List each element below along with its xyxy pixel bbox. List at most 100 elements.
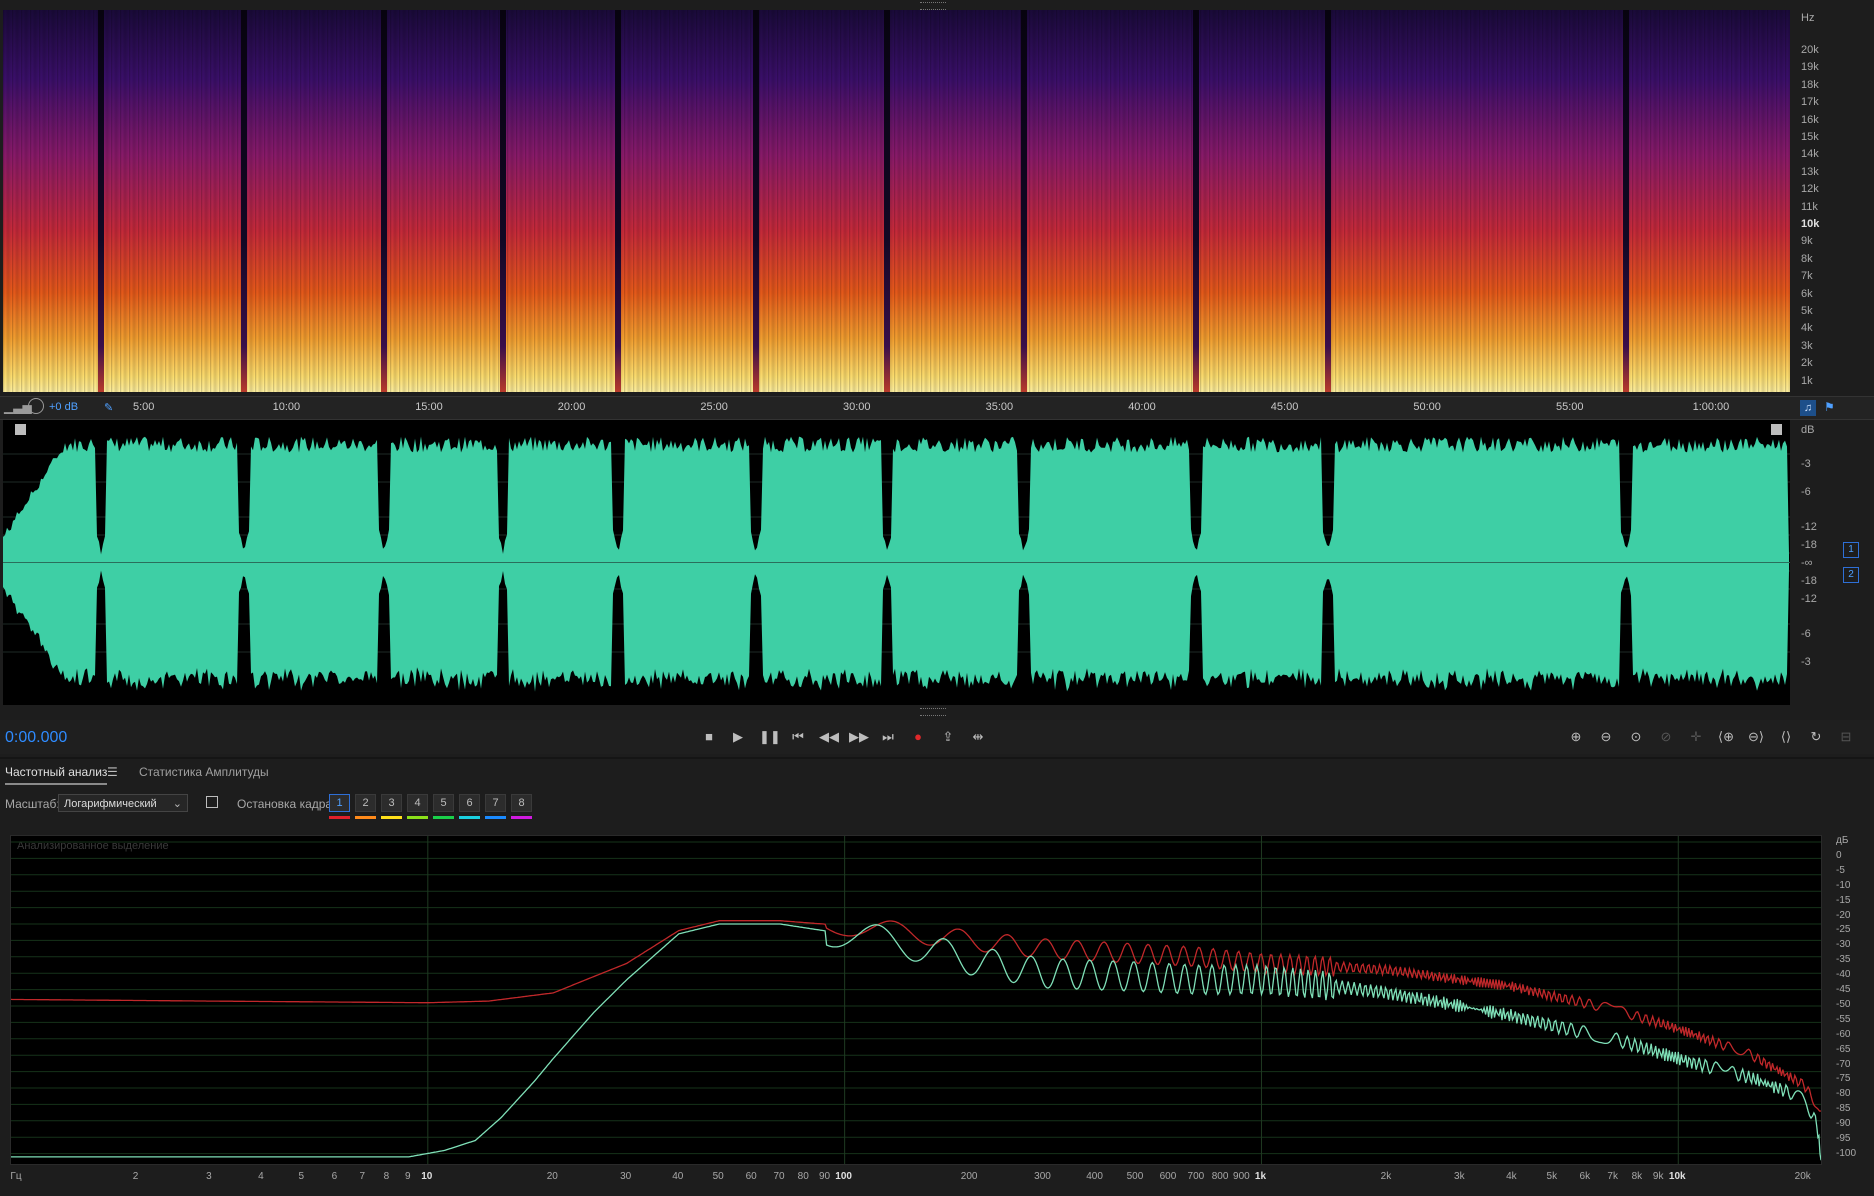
pause-button[interactable]: ❚❚ [759, 728, 781, 746]
freeze-frame-color-bar [459, 816, 480, 819]
timeline-tick: 1:00:00 [1692, 401, 1730, 413]
hz-tick: 4k [1801, 322, 1813, 335]
zoom-in-amplitude-icon[interactable]: ⊕ [1567, 728, 1585, 746]
record-button[interactable]: ● [909, 728, 927, 746]
zoom-out-time-icon[interactable]: ⊖⟩ [1747, 728, 1765, 746]
scale-label: Масштаб: [5, 797, 60, 811]
tab-amplitude-statistics[interactable]: Статистика Амплитуды [139, 765, 269, 779]
hz-tick: 6k [1801, 287, 1813, 300]
current-time-display[interactable]: 0:00.000 [5, 729, 67, 747]
zoom-in-time-icon[interactable]: ⟨⊕ [1717, 728, 1735, 746]
hz-axis-tick: 800 [1211, 1171, 1229, 1182]
hz-axis-tick: 8k [1631, 1171, 1643, 1182]
db-axis-tick: -80 [1836, 1088, 1851, 1100]
scale-dropdown[interactable]: Логарифмический ⌄ [58, 794, 188, 812]
hz-tick: 11k [1801, 200, 1818, 213]
hz-axis-tick: 900 [1233, 1171, 1250, 1182]
go-to-start-button[interactable]: ⏮ [789, 728, 807, 746]
freeze-frame-4[interactable]: 4 [407, 794, 428, 812]
db-axis-tick: -20 [1836, 909, 1851, 921]
timeline-tick: 10:00 [272, 401, 301, 413]
freeze-frame-1[interactable]: 1 [329, 794, 350, 812]
corner-toggle-right-icon[interactable] [1771, 424, 1782, 435]
freeze-frame-6[interactable]: 6 [459, 794, 480, 812]
timeline-tick: 40:00 [1128, 401, 1156, 413]
hz-tick: 8k [1801, 252, 1813, 265]
freeze-frame-5[interactable]: 5 [433, 794, 454, 812]
db-tick: -3 [1801, 458, 1811, 470]
freeze-frame-3[interactable]: 3 [381, 794, 402, 812]
zoom-selection-icon[interactable]: ↻ [1807, 728, 1825, 746]
db-axis-tick: -40 [1836, 969, 1851, 981]
zoom-disabled-icon[interactable]: ⊘ [1657, 728, 1675, 746]
hz-tick: 9k [1801, 235, 1813, 248]
freeze-frame-8[interactable]: 8 [511, 794, 532, 812]
zoom-reset-icon[interactable]: ⊙ [1627, 728, 1645, 746]
db-axis-tick: -15 [1836, 894, 1851, 906]
resize-handle-top[interactable] [920, 2, 946, 10]
channel-1-toggle[interactable]: 1 [1843, 542, 1859, 558]
spectrogram-silence-band [500, 10, 506, 392]
freeze-frame-color-bar [381, 816, 402, 819]
timeline-tick: 5:00 [133, 401, 155, 413]
hz-axis-tick: 5k [1546, 1171, 1558, 1182]
corner-toggle-left-icon[interactable] [15, 424, 26, 435]
hz-axis-tick: 9k [1652, 1171, 1664, 1182]
tab-frequency-analysis[interactable]: Частотный анализ [5, 765, 108, 785]
hz-axis-tick: 10 [421, 1171, 433, 1182]
zoom-out-amplitude-icon[interactable]: ⊖ [1597, 728, 1615, 746]
hz-axis-tick: 500 [1126, 1171, 1144, 1182]
hz-axis-tick: 700 [1187, 1171, 1205, 1182]
marker-icon[interactable]: ⚑ [1824, 400, 1835, 414]
timeline-tick: 15:00 [415, 401, 443, 413]
zoom-full-icon[interactable]: ⟨⟩ [1777, 728, 1795, 746]
zoom-center-disabled-icon[interactable]: ✛ [1687, 728, 1705, 746]
copy-frame-icon[interactable] [206, 796, 218, 808]
panel-divider [0, 757, 1874, 759]
hz-axis-tick: 40 [672, 1171, 684, 1182]
fast-forward-button[interactable]: ▶▶ [849, 728, 869, 746]
hz-axis-tick: 200 [960, 1171, 978, 1182]
pin-icon[interactable]: ✎ [104, 401, 113, 414]
zoom-tracks-icon[interactable]: ⊟ [1837, 728, 1855, 746]
rewind-button[interactable]: ◀◀ [819, 728, 839, 746]
panel-menu-icon[interactable]: ☰ [107, 765, 118, 779]
gain-knob-icon[interactable] [28, 398, 44, 414]
hz-axis-tick: 9 [404, 1171, 411, 1182]
spectrogram-silence-band [1623, 10, 1629, 392]
spectrogram-view[interactable] [3, 10, 1790, 392]
db-axis-tick: -95 [1836, 1133, 1851, 1144]
play-button[interactable]: ▶ [729, 728, 747, 746]
gain-value[interactable]: +0 dB [49, 401, 78, 413]
frequency-plot-db-axis: дБ 0 -5 -10 -15 -20 -25 -30 -35 -40 -45 -50 -55 -60 -6… [1822, 835, 1874, 1165]
db-axis-tick: -70 [1836, 1058, 1851, 1070]
hz-tick: 18k [1801, 78, 1819, 91]
waveform-view[interactable] [3, 420, 1790, 705]
frequency-plot-hz-axis: Гц 2 3 4 5 6 7 8 9 10 20 30 40 50 60 70 80 90 100 200 300 400… [10, 1165, 1822, 1189]
headphones-icon[interactable]: ♫ [1800, 400, 1816, 416]
freeze-frame-7[interactable]: 7 [485, 794, 506, 812]
db-axis-tick: -25 [1836, 924, 1851, 936]
hz-tick: 14k [1801, 148, 1819, 161]
spectrum-series-1 [11, 920, 1821, 1112]
analysis-panel-tabs: Частотный анализ ☰ Статистика Амплитуды [0, 760, 1874, 790]
spectrogram-silence-band [241, 10, 247, 392]
hz-axis-tick: 7 [359, 1171, 366, 1182]
go-to-end-button[interactable]: ⏭ [879, 728, 897, 746]
db-tick: -3 [1801, 656, 1811, 668]
timeline-tick: 35:00 [985, 401, 1014, 413]
timeline-ruler[interactable]: ▁▃▅ +0 dB ✎ 5:00 10:00 15:00 20:00 25:00 30:0… [0, 396, 1874, 420]
frequency-analysis-plot[interactable]: Анализированное выделение [10, 835, 1822, 1165]
timeline-tick: 25:00 [700, 401, 728, 413]
freeze-frame-2[interactable]: 2 [355, 794, 376, 812]
hz-axis-tick: 8 [383, 1171, 390, 1182]
skip-selection-button[interactable]: ⇹ [969, 728, 987, 746]
channel-2-toggle[interactable]: 2 [1843, 567, 1859, 583]
stop-button[interactable]: ■ [700, 728, 718, 746]
hz-axis-tick: 30 [620, 1171, 632, 1182]
loop-playback-button[interactable]: ⇪ [939, 728, 957, 746]
freeze-frame-color-bar [433, 816, 454, 819]
resize-handle-bottom[interactable] [920, 708, 946, 716]
db-axis-tick: -35 [1836, 954, 1851, 966]
timeline-tick: 50:00 [1413, 401, 1441, 413]
